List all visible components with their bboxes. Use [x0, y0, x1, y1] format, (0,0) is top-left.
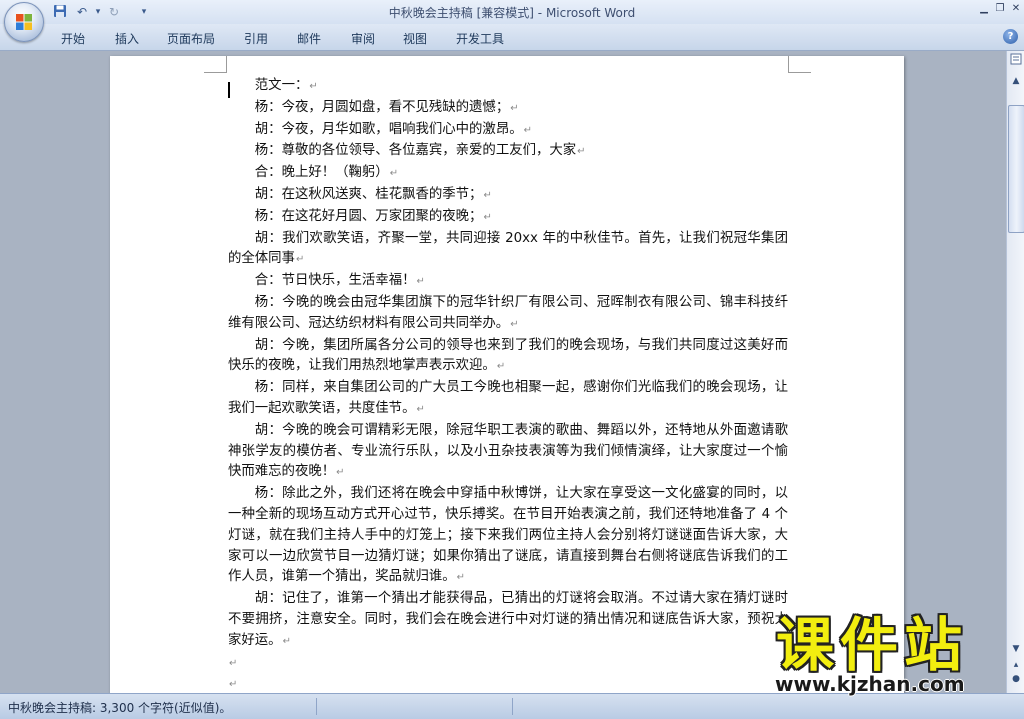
document-paragraph[interactable]: 合：晚上好！（鞠躬）↵ — [228, 163, 788, 185]
paragraph-text: 杨：今夜，月圆如盘，看不见残缺的遗憾； — [254, 99, 510, 115]
paragraph-mark-icon: ↵ — [523, 124, 532, 136]
status-bar: 中秋晚会主持稿: 3,300 个字符(近似值)。 — [0, 693, 1024, 719]
status-divider — [316, 698, 317, 715]
paragraph-text: 胡：今晚的晚会可谓精彩无限，除冠华职工表演的歌曲、舞蹈以外，还特地从外面邀请歌神… — [228, 422, 788, 480]
document-paragraph[interactable]: 杨：今晚的晚会由冠华集团旗下的冠华针织厂有限公司、冠晖制衣有限公司、锦丰科技纤维… — [228, 293, 788, 336]
ribbon-tab-bar: 开始 插入 页面布局 引用 邮件 审阅 视图 开发工具 ? — [0, 24, 1024, 51]
office-logo-icon — [16, 14, 32, 30]
browse-object-icon[interactable]: ● — [1008, 671, 1024, 687]
paragraph-text: 胡：我们欢歌笑语，齐聚一堂，共同迎接 20xx 年的中秋佳节。首先，让我们祝冠华… — [228, 230, 788, 267]
scroll-up-icon[interactable]: ▲ — [1008, 73, 1024, 89]
paragraph-mark-icon: ↵ — [577, 146, 586, 158]
paragraph-mark-icon: ↵ — [510, 318, 519, 330]
document-paragraph[interactable]: 杨：在这花好月圆、万家团聚的夜晚；↵ — [228, 207, 788, 229]
paragraph-mark-icon: ↵ — [295, 254, 305, 266]
paragraph-mark-icon: ↵ — [416, 403, 425, 415]
paragraph-text: 杨：同样，来自集团公司的广大员工今晚也相聚一起，感谢你们光临我们的晚会现场，让我… — [228, 380, 788, 416]
paragraph-text: 杨：尊敬的各位领导、各位嘉宾，亲爱的工友们，大家 — [254, 143, 577, 159]
paragraph-text: 杨：除此之外，我们还将在晚会中穿插中秋博饼，让大家在享受这一文化盛宴的同时，以一… — [228, 486, 788, 585]
tab-page-layout[interactable]: 页面布局 — [167, 30, 215, 47]
paragraph-mark-icon: ↵ — [309, 81, 318, 92]
status-divider — [512, 698, 513, 715]
document-paragraph[interactable]: 胡：今晚的晚会可谓精彩无限，除冠华职工表演的歌曲、舞蹈以外，还特地从外面邀请歌神… — [228, 421, 788, 484]
document-paragraph[interactable]: 杨：尊敬的各位领导、各位嘉宾，亲爱的工友们，大家↵ — [228, 141, 788, 163]
paragraph-mark-icon: ↵ — [282, 635, 291, 647]
restore-button[interactable]: ❐ — [993, 2, 1007, 16]
paragraph-mark-icon: ↵ — [336, 467, 345, 479]
ruler-toggle-icon[interactable] — [1008, 53, 1024, 69]
document-title: 中秋晚会主持稿 [兼容模式] — [388, 6, 534, 20]
title-bar: ↶ ▾ ↻ ▾ 中秋晚会主持稿 [兼容模式] - Microsoft Word … — [0, 0, 1024, 42]
document-paragraph[interactable]: 杨：今夜，月圆如盘，看不见残缺的遗憾；↵ — [228, 98, 788, 120]
tab-review[interactable]: 审阅 — [351, 30, 375, 47]
vertical-scrollbar[interactable]: ▲ ▼ ▴ ● — [1006, 51, 1024, 693]
paragraph-mark-icon: ↵ — [229, 679, 238, 691]
word-count-status[interactable]: 中秋晚会主持稿: 3,300 个字符(近似值)。 — [8, 699, 231, 716]
tab-view[interactable]: 视图 — [403, 30, 427, 47]
window-title: 中秋晚会主持稿 [兼容模式] - Microsoft Word — [0, 4, 1024, 21]
paragraph-text: 胡：今晚，集团所属各分公司的领导也来到了我们的晚会现场，与我们共同度过这美好而快… — [228, 337, 788, 374]
paragraph-mark-icon: ↵ — [510, 102, 519, 114]
document-paragraph[interactable]: 胡：今夜，月华如歌，唱响我们心中的激昂。↵ — [228, 120, 788, 142]
help-icon[interactable]: ? — [1003, 29, 1018, 44]
document-paragraph[interactable]: 胡：我们欢歌笑语，齐聚一堂，共同迎接 20xx 年的中秋佳节。首先，让我们祝冠华… — [228, 229, 788, 272]
paragraph-mark-icon: ↵ — [229, 657, 238, 669]
paragraph-text: 杨：在这花好月圆、万家团聚的夜晚； — [254, 208, 483, 224]
paragraph-mark-icon: ↵ — [456, 572, 466, 584]
watermark-url: www.kjzhan.com — [775, 672, 965, 696]
paragraph-mark-icon: ↵ — [389, 168, 399, 180]
document-paragraph[interactable]: 合：节日快乐，生活幸福！↵ — [228, 271, 788, 293]
document-paragraph[interactable]: 胡：在这秋风送爽、桂花飘香的季节；↵ — [228, 185, 788, 207]
paragraph-mark-icon: ↵ — [483, 211, 492, 223]
scroll-down-icon[interactable]: ▼ — [1008, 641, 1024, 657]
paragraph-text: 合：节日快乐，生活幸福！ — [254, 273, 416, 289]
office-button[interactable] — [4, 2, 44, 42]
paragraph-mark-icon: ↵ — [416, 276, 425, 288]
tab-developer[interactable]: 开发工具 — [456, 30, 504, 47]
tab-insert[interactable]: 插入 — [115, 30, 139, 47]
paragraph-text: 胡：记住了，谁第一个猜出才能获得品，已猜出的灯谜将会取消。不过请大家在猜灯谜时不… — [228, 591, 788, 648]
paragraph-text: 胡：今夜，月华如歌，唱响我们心中的激昂。 — [254, 121, 523, 137]
close-button[interactable]: ✕ — [1009, 2, 1023, 16]
paragraph-text: 合：晚上好！（鞠躬） — [254, 165, 389, 181]
document-workspace: 范文一：↵ 杨：今夜，月圆如盘，看不见残缺的遗憾；↵ 胡：今夜，月华如歌，唱响我们心… — [0, 51, 1006, 716]
scroll-thumb[interactable] — [1008, 105, 1024, 233]
minimize-button[interactable]: ▁ — [977, 2, 991, 16]
tab-home[interactable]: 开始 — [61, 30, 85, 47]
document-paragraph[interactable]: 范文一：↵ — [228, 76, 788, 98]
watermark-logo-text: 课件站 — [776, 611, 969, 679]
tab-references[interactable]: 引用 — [244, 30, 268, 47]
app-name: Microsoft Word — [545, 6, 636, 20]
tab-mailings[interactable]: 邮件 — [297, 30, 321, 47]
document-body[interactable]: 范文一：↵ 杨：今夜，月圆如盘，看不见残缺的遗憾；↵ 胡：今夜，月华如歌，唱响我们心… — [228, 76, 788, 718]
paragraph-text: 胡：在这秋风送爽、桂花飘香的季节； — [254, 186, 483, 202]
title-separator: - — [533, 6, 546, 20]
margin-corner-mark — [204, 56, 227, 73]
document-paragraph[interactable]: ↵ — [228, 653, 788, 675]
paragraph-mark-icon: ↵ — [483, 189, 492, 201]
paragraph-mark-icon: ↵ — [496, 361, 506, 373]
document-paragraph[interactable]: 胡：今晚，集团所属各分公司的领导也来到了我们的晚会现场，与我们共同度过这美好而快… — [228, 336, 788, 379]
document-paragraph[interactable]: 杨：同样，来自集团公司的广大员工今晚也相聚一起，感谢你们光临我们的晚会现场，让我… — [228, 378, 788, 421]
document-paragraph[interactable]: 杨：除此之外，我们还将在晚会中穿插中秋博饼，让大家在享受这一文化盛宴的同时，以一… — [228, 484, 788, 589]
paragraph-text: 杨：今晚的晚会由冠华集团旗下的冠华针织厂有限公司、冠晖制衣有限公司、锦丰科技纤维… — [228, 294, 788, 331]
paragraph-text: 范文一： — [254, 78, 309, 93]
margin-corner-mark — [788, 56, 811, 73]
document-paragraph[interactable]: 胡：记住了，谁第一个猜出才能获得品，已猜出的灯谜将会取消。不过请大家在猜灯谜时不… — [228, 589, 788, 652]
